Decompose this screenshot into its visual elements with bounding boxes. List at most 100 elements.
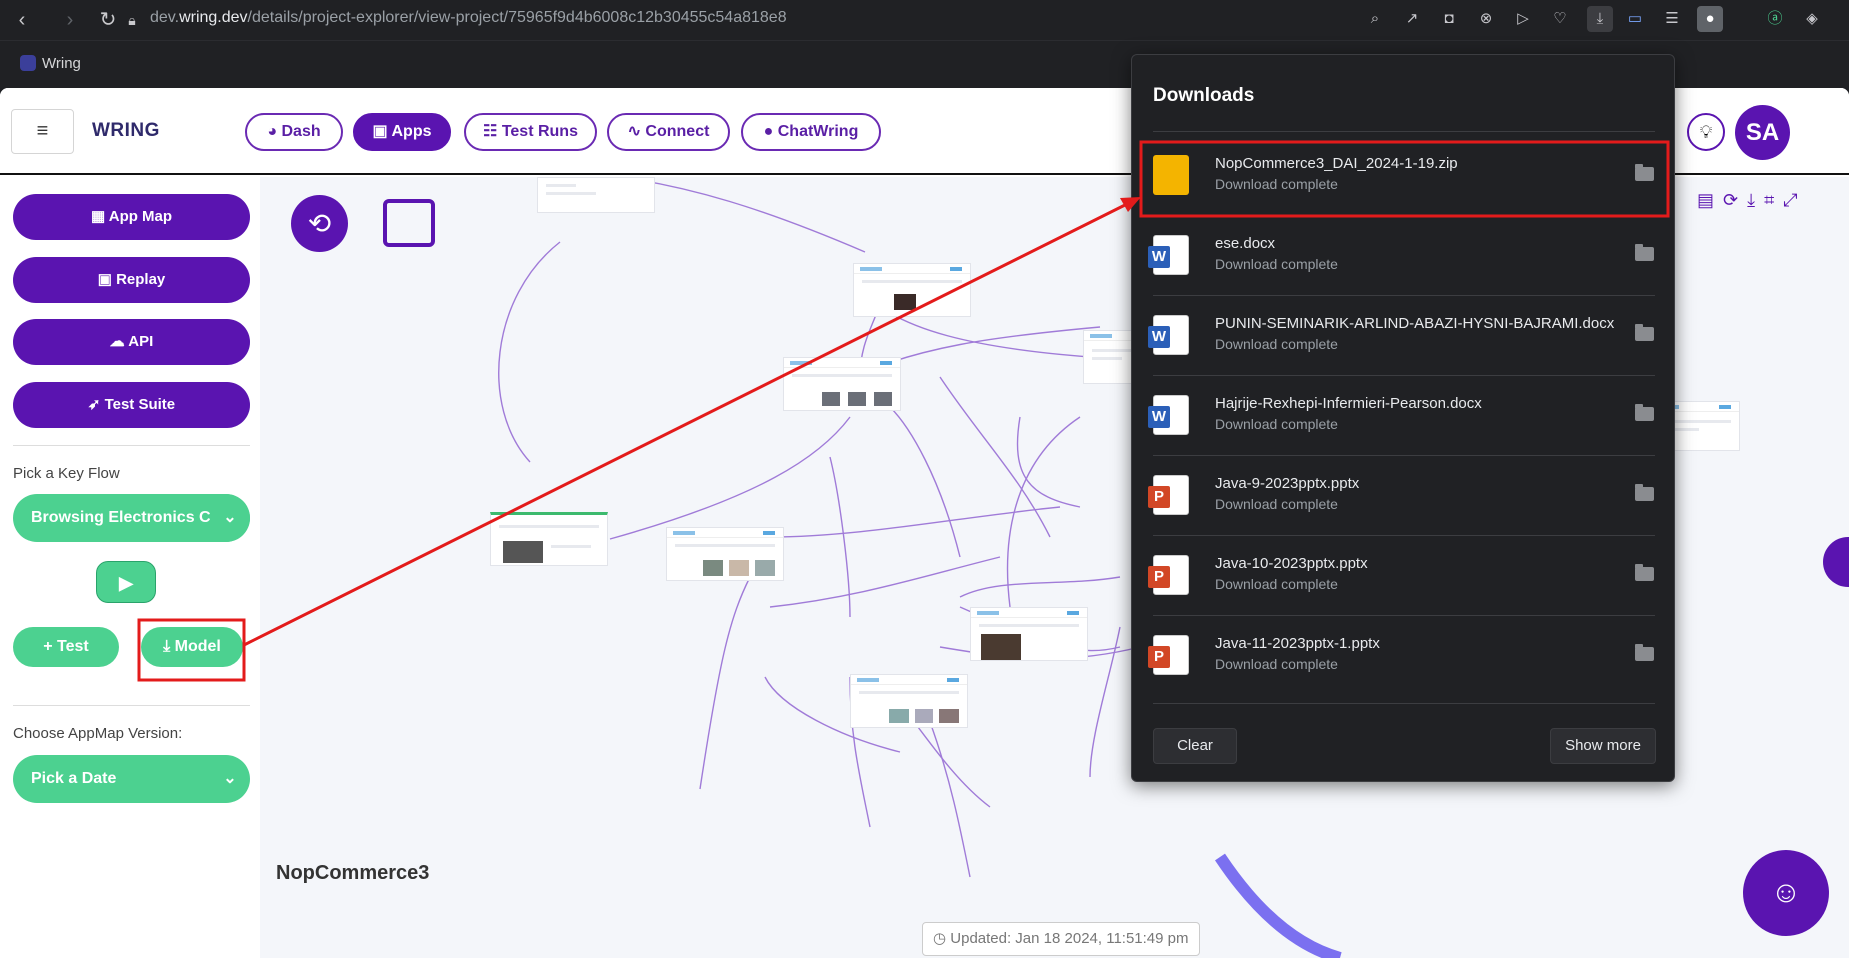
powerpoint-file-icon (1148, 635, 1189, 675)
url-prefix: dev. (150, 9, 180, 26)
clear-downloads-button[interactable]: Clear (1153, 728, 1237, 764)
date-select[interactable]: Pick a Date ⌄ (13, 755, 250, 803)
screen-thumbnail[interactable] (850, 674, 968, 728)
test-button[interactable]: + Test (13, 627, 119, 667)
play-icon: ▶ (119, 573, 133, 593)
nav-connect-button[interactable]: ∿ Connect (607, 113, 730, 151)
bookmark-label: Wring (42, 55, 81, 72)
api-button[interactable]: ☁ API (13, 319, 250, 365)
zip-file-icon (1153, 155, 1189, 195)
folder-icon[interactable] (1635, 244, 1654, 261)
sidebar: ▦ App Map ▣ Replay ☁ API ➶ Test Suite Pi… (0, 177, 260, 958)
word-file-icon (1148, 235, 1189, 275)
flow-select[interactable]: Browsing Electronics Ca ⌄ (13, 494, 250, 542)
download-status: Download complete (1215, 176, 1338, 192)
pick-flow-label: Pick a Key Flow (13, 465, 120, 482)
menu-icon[interactable]: ≡ (11, 109, 74, 154)
download-item[interactable]: NopCommerce3_DAI_2024-1-19.zip Download … (1153, 135, 1655, 215)
screen-thumbnail[interactable] (490, 512, 608, 566)
address-bar[interactable]: dev.wring.dev/details/project-explorer/v… (150, 6, 787, 30)
model-download-button[interactable]: ⤓ Model (141, 627, 243, 667)
replay-button[interactable]: ▣ Replay (13, 257, 250, 303)
nav-apps-button[interactable]: ▣ Apps (353, 113, 451, 151)
screen-thumbnail[interactable] (537, 177, 655, 213)
share-icon[interactable]: ↗ (1399, 6, 1425, 32)
nav-label: ChatWring (777, 123, 859, 140)
crop-icon[interactable]: ⌗ (1764, 190, 1783, 210)
avatar[interactable]: SA (1735, 105, 1790, 160)
person-icon[interactable]: ● (1697, 6, 1723, 32)
api-icon: ☁ (109, 333, 129, 350)
screen-thumbnail[interactable] (970, 607, 1088, 661)
folder-icon[interactable] (1635, 404, 1654, 421)
divider (1153, 131, 1655, 132)
file-name: Hajrije-Rexhepi-Infermieri-Pearson.docx (1215, 395, 1482, 412)
screen-thumbnail[interactable] (853, 263, 971, 317)
download-item[interactable]: Java-9-2023pptx.pptx Download complete (1148, 455, 1655, 535)
lock-icon[interactable]: 🔒︎ (120, 8, 144, 32)
button-label: Model (174, 638, 221, 655)
reload-icon[interactable]: ↻ (96, 8, 120, 32)
lightbulb-icon[interactable]: 💡︎ (1687, 113, 1725, 151)
word-file-icon (1148, 395, 1189, 435)
download-icon[interactable]: ⤓ (1747, 190, 1764, 210)
download-item[interactable]: Java-11-2023pptx-1.pptx Download complet… (1148, 615, 1655, 695)
test-suite-button[interactable]: ➶ Test Suite (13, 382, 250, 428)
download-item[interactable]: Hajrije-Rexhepi-Infermieri-Pearson.docx … (1148, 375, 1655, 455)
chevron-down-icon: ⌄ (210, 494, 250, 542)
updated-text: Updated: Jan 18 2024, 11:51:49 pm (950, 930, 1189, 947)
divider (13, 445, 250, 446)
nav-label: Dash (281, 123, 321, 140)
app-map-button[interactable]: ▦ App Map (13, 194, 250, 240)
refresh-icon[interactable]: ⟳ (1723, 190, 1747, 210)
show-more-button[interactable]: Show more (1550, 728, 1656, 764)
rocket-icon: ➶ (87, 396, 105, 413)
chat-support-icon[interactable]: ☺ (1743, 850, 1829, 936)
back-icon[interactable]: ‹ (10, 8, 34, 32)
document-icon[interactable]: ▤ (1697, 190, 1723, 210)
forward-icon[interactable]: › (58, 8, 82, 32)
folder-icon[interactable] (1635, 324, 1654, 341)
folder-icon[interactable] (1635, 164, 1654, 181)
zoom-icon[interactable]: ⌕ (1362, 6, 1388, 32)
canvas-toolbar: ▤⟳⤓⌗⤢ (1697, 190, 1807, 211)
play-icon[interactable]: ▷ (1510, 6, 1536, 32)
cube-icon: ▣ (372, 123, 392, 140)
pie-chart-icon: ◕ (267, 123, 282, 140)
settings-sliders-icon[interactable]: ☰ (1659, 6, 1685, 32)
folder-icon[interactable] (1635, 484, 1654, 501)
download-icon: ⤓ (163, 638, 175, 655)
heart-icon[interactable]: ♡ (1547, 6, 1573, 32)
download-icon[interactable]: ⤓ (1587, 6, 1613, 32)
cube-extension-icon[interactable]: ◈ (1799, 6, 1825, 32)
play-button[interactable]: ▶ (96, 561, 156, 603)
shield-icon[interactable]: ⊗ (1473, 6, 1499, 32)
download-item[interactable]: PUNIN-SEMINARIK-ARLIND-ABAZI-HYSNI-BAJRA… (1148, 295, 1655, 375)
extension-a-icon[interactable]: ⓐ (1762, 6, 1788, 32)
file-name: NopCommerce3_DAI_2024-1-19.zip (1215, 155, 1458, 172)
date-select-value: Pick a Date (31, 770, 117, 787)
camera-icon[interactable]: ◘ (1436, 6, 1462, 32)
version-label: Choose AppMap Version: (13, 725, 183, 742)
downloads-title: Downloads (1153, 85, 1255, 106)
screen-thumbnail[interactable] (666, 527, 784, 581)
nav-dash-button[interactable]: ◕ Dash (245, 113, 343, 151)
folder-icon[interactable] (1635, 644, 1654, 661)
file-name: Java-11-2023pptx-1.pptx (1215, 635, 1380, 652)
file-name: PUNIN-SEMINARIK-ARLIND-ABAZI-HYSNI-BAJRA… (1215, 315, 1615, 332)
plus-icon: + (43, 638, 58, 655)
download-status: Download complete (1215, 336, 1338, 352)
battery-icon[interactable]: ▭ (1622, 6, 1648, 32)
nav-test-runs-button[interactable]: ☷ Test Runs (464, 113, 597, 151)
download-item[interactable]: Java-10-2023pptx.pptx Download complete (1148, 535, 1655, 615)
download-item[interactable]: ese.docx Download complete (1148, 215, 1655, 295)
folder-icon[interactable] (1635, 564, 1654, 581)
button-label: API (128, 333, 154, 350)
nav-chatwring-button[interactable]: ● ChatWring (741, 113, 881, 151)
fit-screen-icon[interactable] (383, 199, 435, 247)
bookmark-wring[interactable]: Wring (20, 55, 81, 72)
screen-thumbnail[interactable] (783, 357, 901, 411)
pulse-icon: ∿ (627, 123, 646, 140)
expand-icon[interactable]: ⤢ (1783, 190, 1806, 210)
reset-view-icon[interactable]: ⟲ (291, 195, 348, 252)
